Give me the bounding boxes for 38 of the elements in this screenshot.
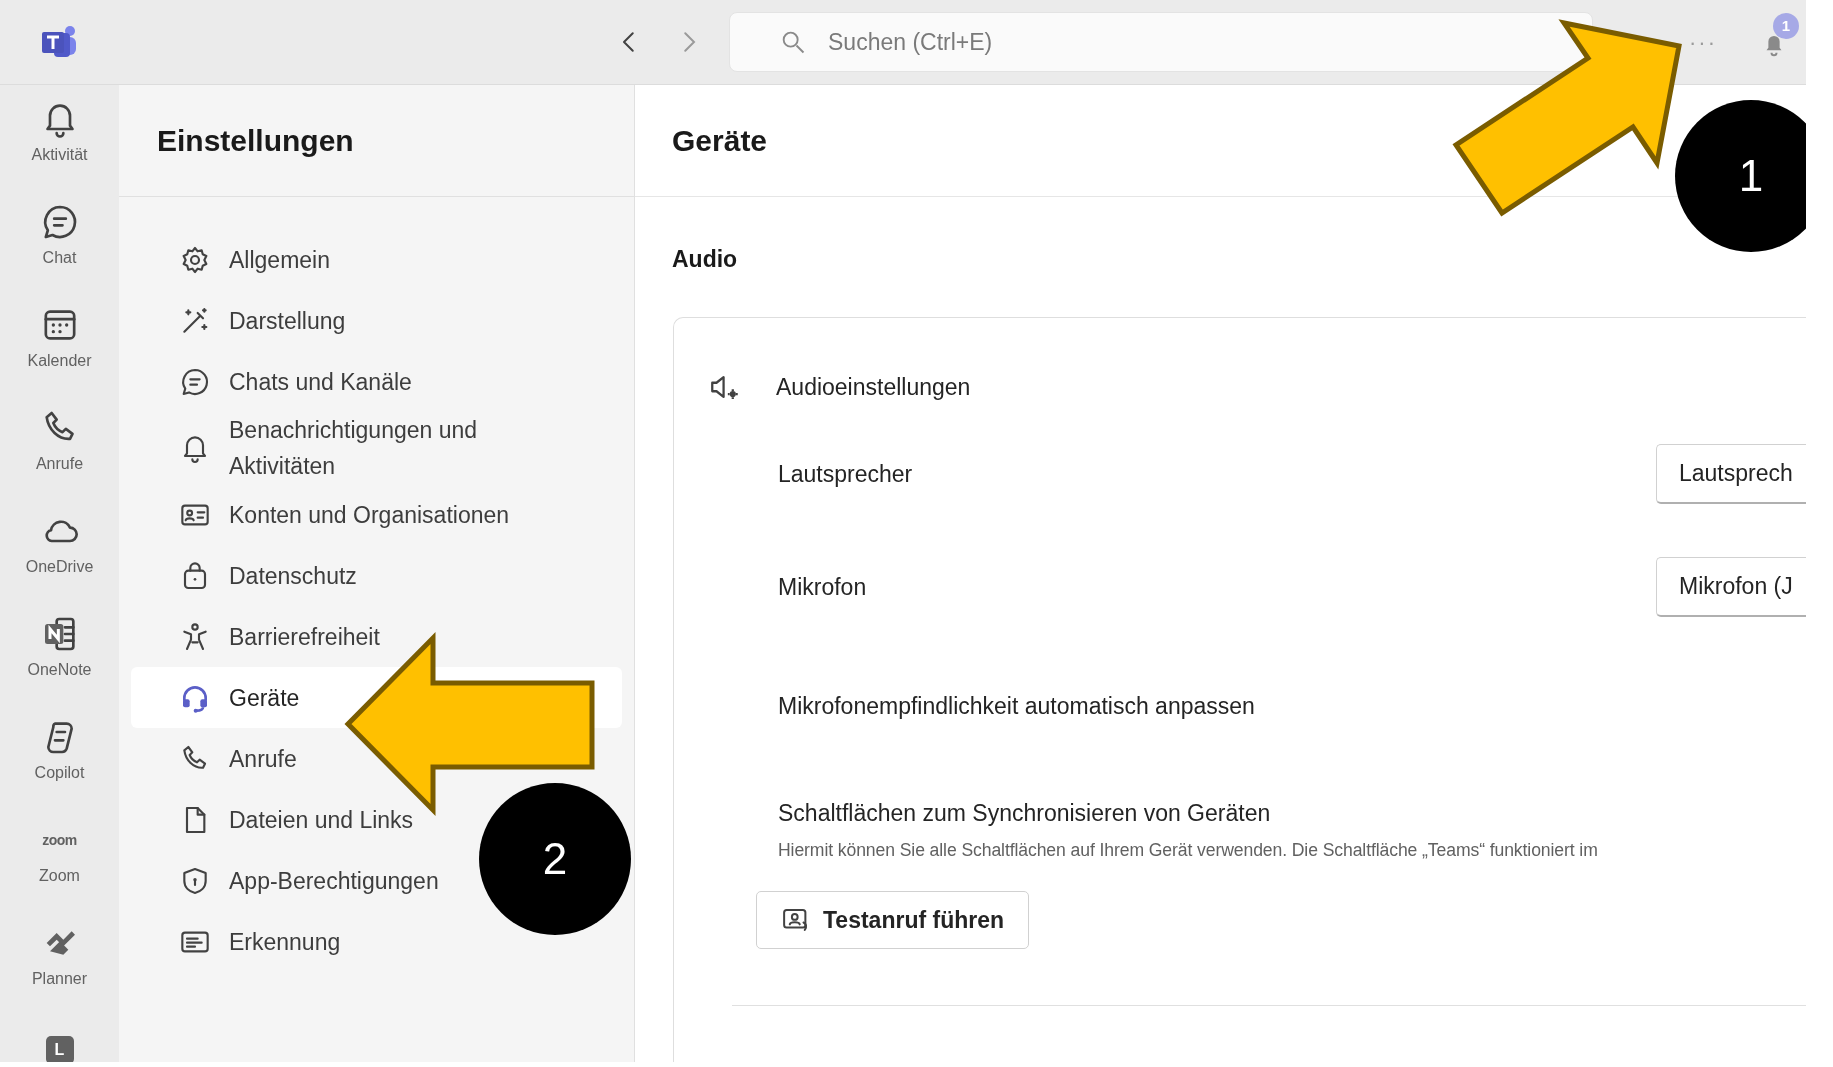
rail-label[interactable]: OneNote [27,658,92,682]
page-title: Geräte [672,123,768,159]
rail-label[interactable]: Kalender [27,349,92,373]
rail-label[interactable]: OneDrive [25,555,94,579]
rail-label[interactable]: Planner [31,967,88,991]
device-dropdown[interactable]: Mikrofon (J [1656,557,1806,617]
test-call-button[interactable]: Testanruf führen [756,891,1030,949]
setting-label: Mikrofonempfindlichkeit automatisch anpassen [778,691,1255,721]
settings-item[interactable]: Anrufe [131,728,307,789]
settings-item[interactable]: Chats und Kanäle [131,351,422,412]
setting-label: Mikrofon [778,572,867,602]
settings-item[interactable]: Darstellung [131,290,356,351]
rail-label[interactable]: Anrufe [35,452,84,476]
search-field[interactable]: Suchen (Ctrl+E) [729,12,1593,72]
notification-badge: 1 [1773,13,1799,39]
settings-item[interactable]: App-Berechtigungen [131,850,449,911]
rail-label[interactable]: Copilot [34,761,85,785]
settings-item[interactable]: Erkennung [131,911,351,972]
device-dropdown[interactable]: Lautsprech [1656,444,1806,504]
setting-label: Schaltflächen zum Synchronisieren von Geräten [778,799,1272,828]
zoom-logo[interactable]: zoom [42,820,77,860]
settings-item[interactable]: Allgemein [131,229,340,290]
step-number: 2 [541,834,569,884]
step-number: 1 [1737,151,1765,201]
app-tile[interactable]: L [45,1036,74,1062]
setting-description: Hiermit können Sie alle Schaltflächen auf Ihrem Gerät verwenden. Die Schaltfläche „Teams“ funktioniert im [778,838,1599,862]
settings-item[interactable]: Barrierefreiheit [131,606,390,667]
settings-title: Einstellungen [157,123,354,159]
settings-item[interactable]: Datenschutz [131,545,367,606]
settings-item[interactable]: Benachrichtigungen und Aktivitäten [131,412,569,484]
settings-item[interactable]: Dateien und Links [131,789,424,850]
settings-item[interactable]: Konten und Organisationen [131,484,520,545]
rail-label[interactable]: Chat [42,246,77,270]
rail-label[interactable]: Zoom [39,864,80,888]
card-heading: Audioeinstellungen [776,372,971,402]
section-heading: Audio [672,245,738,274]
setting-label: Lautsprecher [778,459,913,489]
rail-label[interactable]: Aktivität [31,143,88,167]
